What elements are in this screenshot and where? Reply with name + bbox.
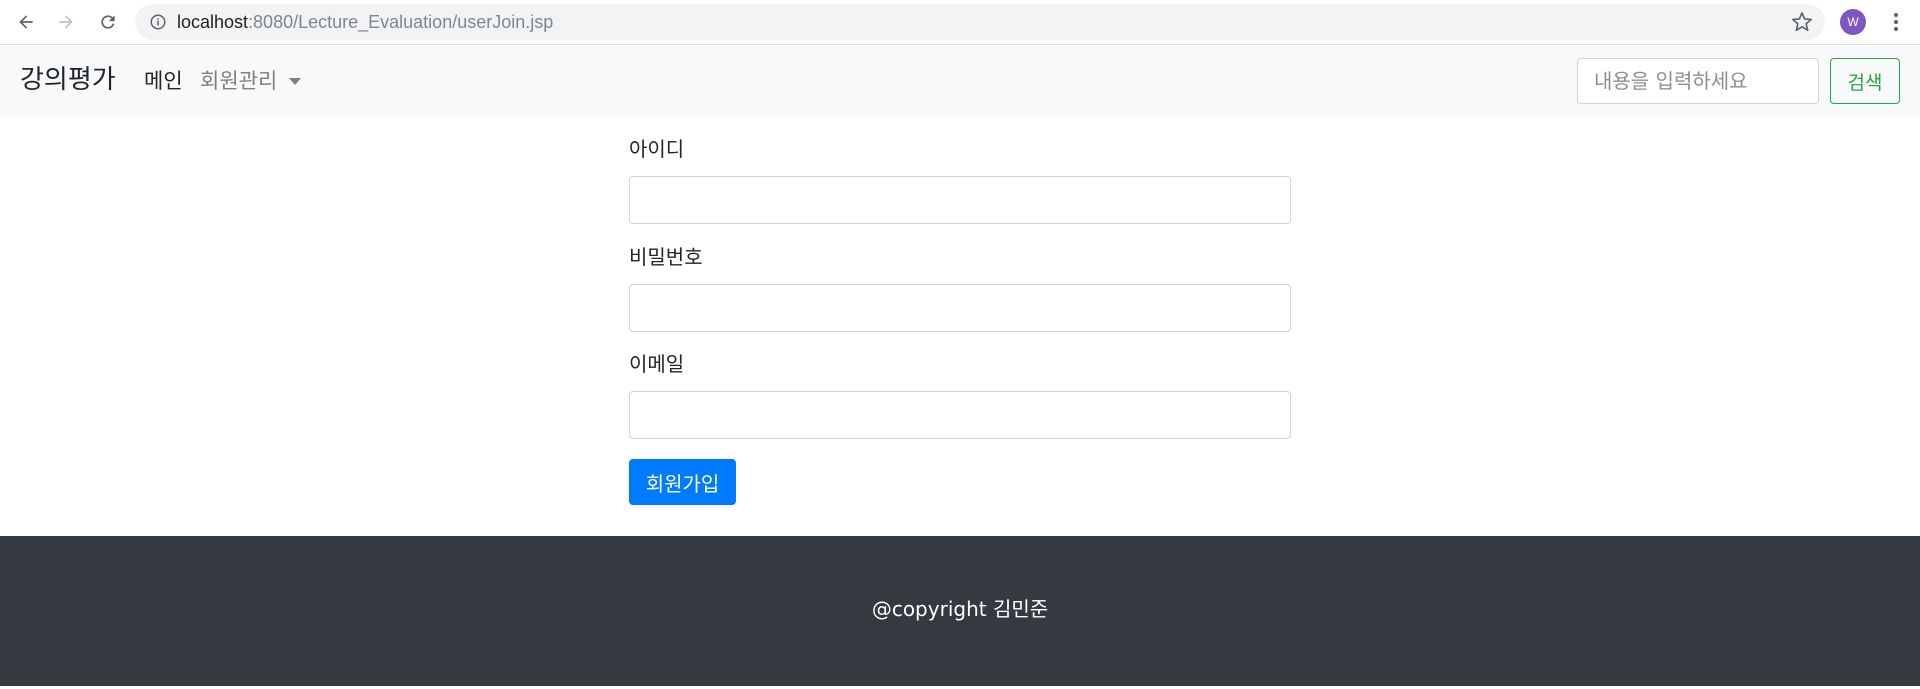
- nav-link-main[interactable]: 메인: [144, 66, 183, 96]
- site-footer: @copyright 김민준: [0, 536, 1920, 686]
- id-field[interactable]: [629, 176, 1291, 224]
- url-text[interactable]: localhost:8080/Lecture_Evaluation/userJo…: [177, 4, 553, 40]
- profile-avatar[interactable]: W: [1840, 9, 1866, 35]
- bookmark-star-icon[interactable]: [1791, 11, 1813, 33]
- url-path: :8080/Lecture_Evaluation/userJoin.jsp: [248, 12, 554, 32]
- site-navbar: 강의평가 메인 회원관리 검색: [0, 46, 1920, 116]
- dropdown-label: 회원관리: [200, 69, 278, 93]
- site-info-icon[interactable]: [149, 13, 167, 31]
- url-host: localhost: [177, 12, 249, 32]
- reload-icon[interactable]: [96, 10, 120, 34]
- brand-link[interactable]: 강의평가: [20, 62, 116, 98]
- id-label: 아이디: [629, 137, 685, 161]
- browser-toolbar: localhost:8080/Lecture_Evaluation/userJo…: [0, 0, 1920, 45]
- email-field[interactable]: [629, 391, 1291, 439]
- join-button[interactable]: 회원가입: [629, 459, 736, 505]
- forward-arrow-icon[interactable]: [54, 10, 78, 34]
- search-input[interactable]: [1577, 58, 1819, 104]
- address-bar[interactable]: localhost:8080/Lecture_Evaluation/userJo…: [135, 4, 1825, 40]
- password-field[interactable]: [629, 284, 1291, 332]
- copyright-text: @copyright 김민준: [871, 597, 1049, 621]
- search-button[interactable]: 검색: [1830, 58, 1900, 104]
- password-label: 비밀번호: [629, 245, 703, 269]
- back-arrow-icon[interactable]: [14, 10, 38, 34]
- member-management-dropdown[interactable]: 회원관리: [200, 66, 302, 96]
- browser-menu-icon[interactable]: [1884, 10, 1908, 34]
- email-label: 이메일: [629, 352, 685, 376]
- caret-down-icon: [289, 77, 302, 85]
